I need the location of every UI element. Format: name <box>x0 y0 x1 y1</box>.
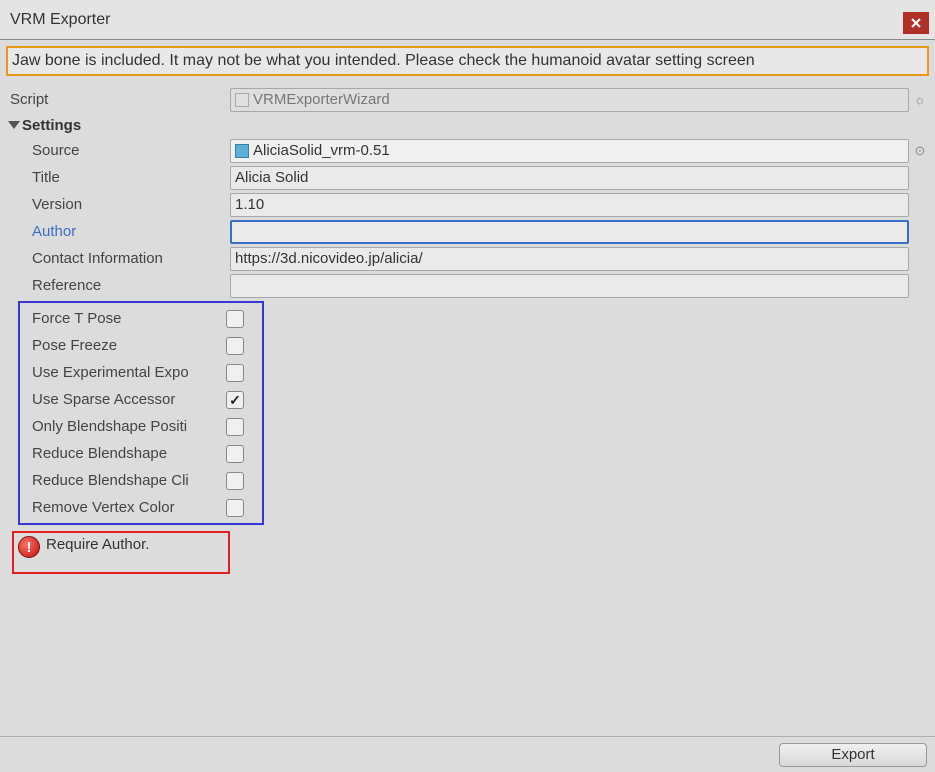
contact-row: Contact Information https://3d.nicovideo… <box>6 245 929 272</box>
script-value: VRMExporterWizard <box>253 91 390 108</box>
source-value: AliciaSolid_vrm-0.51 <box>253 142 390 159</box>
only-blendshape-label: Only Blendshape Positi <box>20 418 226 435</box>
script-row: Script VRMExporterWizard ☼ <box>6 86 929 113</box>
contact-label: Contact Information <box>6 250 230 267</box>
export-options-group: Force T Pose Pose Freeze Use Experimenta… <box>18 301 264 525</box>
title-row: Title Alicia Solid <box>6 164 929 191</box>
error-icon: ! <box>18 536 40 558</box>
inspector-content: Script VRMExporterWizard ☼ Settings Sour… <box>0 82 935 574</box>
reduce-blendshape-cli-row: Reduce Blendshape Cli <box>20 467 262 494</box>
window-title: VRM Exporter <box>10 11 110 29</box>
settings-foldout[interactable]: Settings <box>6 113 929 137</box>
close-icon <box>910 17 922 29</box>
warning-bar: Jaw bone is included. It may not be what… <box>6 46 929 76</box>
reduce-blendshape-row: Reduce Blendshape <box>20 440 262 467</box>
version-row: Version 1.10 <box>6 191 929 218</box>
pose-freeze-label: Pose Freeze <box>20 337 226 354</box>
author-input[interactable] <box>230 220 909 244</box>
source-label: Source <box>6 142 230 159</box>
version-label: Version <box>6 196 230 213</box>
title-label: Title <box>6 169 230 186</box>
source-field[interactable]: AliciaSolid_vrm-0.51 <box>230 139 909 163</box>
author-label: Author <box>6 223 230 240</box>
reference-row: Reference <box>6 272 929 299</box>
version-value: 1.10 <box>235 196 264 213</box>
reduce-blendshape-cli-checkbox[interactable] <box>226 472 244 490</box>
object-picker-icon[interactable]: ⊙ <box>911 143 929 159</box>
footer: Export <box>0 736 935 772</box>
warning-text: Jaw bone is included. It may not be what… <box>12 52 755 69</box>
script-icon <box>235 93 249 107</box>
close-button[interactable] <box>903 12 929 34</box>
script-label: Script <box>6 91 230 108</box>
version-input[interactable]: 1.10 <box>230 193 909 217</box>
error-box: ! Require Author. <box>12 531 230 574</box>
title-bar: VRM Exporter <box>0 0 935 40</box>
remove-vertex-color-label: Remove Vertex Color <box>20 499 226 516</box>
reduce-blendshape-cli-label: Reduce Blendshape Cli <box>20 472 226 489</box>
title-value: Alicia Solid <box>235 169 308 186</box>
script-field: VRMExporterWizard <box>230 88 909 112</box>
only-blendshape-checkbox[interactable] <box>226 418 244 436</box>
use-sparse-checkbox[interactable] <box>226 391 244 409</box>
prefab-icon <box>235 144 249 158</box>
pose-freeze-checkbox[interactable] <box>226 337 244 355</box>
force-t-pose-label: Force T Pose <box>20 310 226 327</box>
title-input[interactable]: Alicia Solid <box>230 166 909 190</box>
remove-vertex-color-row: Remove Vertex Color <box>20 494 262 521</box>
use-experimental-row: Use Experimental Expo <box>20 359 262 386</box>
use-sparse-label: Use Sparse Accessor <box>20 391 226 408</box>
contact-value: https://3d.nicovideo.jp/alicia/ <box>235 250 423 267</box>
reference-input[interactable] <box>230 274 909 298</box>
reduce-blendshape-label: Reduce Blendshape <box>20 445 226 462</box>
export-button[interactable]: Export <box>779 743 927 767</box>
error-text: Require Author. <box>46 535 149 553</box>
force-t-pose-row: Force T Pose <box>20 305 262 332</box>
pose-freeze-row: Pose Freeze <box>20 332 262 359</box>
source-row: Source AliciaSolid_vrm-0.51 ⊙ <box>6 137 929 164</box>
contact-input[interactable]: https://3d.nicovideo.jp/alicia/ <box>230 247 909 271</box>
foldout-triangle-icon <box>8 121 20 129</box>
use-experimental-checkbox[interactable] <box>226 364 244 382</box>
reference-label: Reference <box>6 277 230 294</box>
use-sparse-row: Use Sparse Accessor <box>20 386 262 413</box>
component-menu-icon[interactable]: ☼ <box>911 92 929 107</box>
reduce-blendshape-checkbox[interactable] <box>226 445 244 463</box>
settings-label: Settings <box>22 117 81 134</box>
force-t-pose-checkbox[interactable] <box>226 310 244 328</box>
remove-vertex-color-checkbox[interactable] <box>226 499 244 517</box>
only-blendshape-row: Only Blendshape Positi <box>20 413 262 440</box>
use-experimental-label: Use Experimental Expo <box>20 364 226 381</box>
author-row: Author <box>6 218 929 245</box>
